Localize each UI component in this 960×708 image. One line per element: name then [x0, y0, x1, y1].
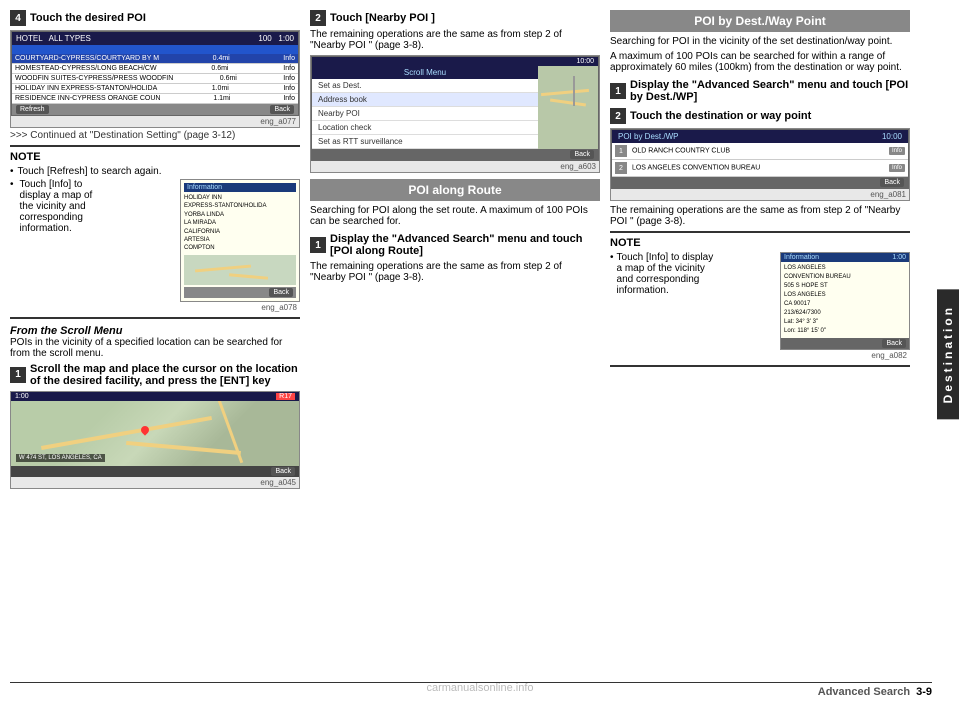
from-scroll-text: POIs in the vicinity of a specified loca…: [10, 337, 300, 359]
note-box-2: NOTE • Touch [Info] to displaya map of t…: [610, 231, 910, 367]
poi-dest-text2: A maximum of 100 POIs can be searched fo…: [610, 51, 910, 73]
step4-header: 4 Touch the desired POI: [10, 10, 300, 26]
poi-route-text: Searching for POI along the set route. A…: [310, 205, 600, 227]
back-btn-map[interactable]: Back: [271, 467, 295, 476]
list-row-1: COURTYARD-CYPRESS/COURTYARD BY M 0.4mi I…: [12, 54, 298, 64]
map-pin: [139, 424, 150, 435]
step2d-badge: 2: [610, 108, 626, 124]
step2-nearby-title: Touch [Nearby POI ]: [330, 12, 435, 24]
list-screen-screenshot: HOTEL ALL TYPES 100 1:00 COURTYARD-CYPRE…: [10, 30, 300, 128]
list-row-5: RESIDENCE INN-CYPRESS ORANGE COUN 1.1mi …: [12, 94, 298, 104]
img-label-right-2: eng_a082: [780, 350, 910, 361]
nearby-img-label: eng_a081: [611, 189, 909, 200]
step1r-badge: 1: [310, 237, 326, 253]
back-btn-1[interactable]: Back: [270, 105, 294, 114]
scroll-menu-img-label: eng_a603: [311, 161, 599, 172]
img-label-2: eng_a078: [180, 302, 300, 313]
footer-page: 3-9: [916, 686, 932, 698]
poi-route-header: POI along Route: [310, 179, 600, 201]
list-cols: [12, 45, 298, 54]
list-screen-header: HOTEL ALL TYPES 100 1:00: [12, 32, 298, 45]
menu-item-nearby[interactable]: Nearby POI: [312, 107, 538, 121]
list-row-3: WOODFIN SUITES-CYPRESS/PRESS WOODFIN 0.6…: [12, 74, 298, 84]
note-title-1: NOTE: [10, 151, 300, 163]
list-row-2: HOMESTEAD-CYPRESS/LONG BEACH/CW 0.6mi In…: [12, 64, 298, 74]
note-box-1: NOTE • Touch [Refresh] to search again. …: [10, 145, 300, 319]
step1d-header: 1 Display the "Advanced Search" menu and…: [610, 79, 910, 103]
nav-map: W 474 ST, LOS ANGELES, CA: [11, 401, 299, 466]
note-bullet-2-text: Touch [Info] todisplay a map ofthe vicin…: [20, 179, 176, 313]
menu-item-location[interactable]: Location check: [312, 121, 538, 135]
remaining-text: The remaining operations are the same as…: [610, 205, 910, 227]
step1d-title: Display the "Advanced Search" menu and t…: [630, 79, 910, 103]
step2d-title: Touch the destination or way point: [630, 110, 811, 122]
step2-nearby-badge: 2: [310, 10, 326, 26]
step4-title: Touch the desired POI: [30, 12, 146, 24]
from-scroll-title: From the Scroll Menu: [10, 325, 300, 337]
menu-item-rtt[interactable]: Set as RTT surveillance: [312, 135, 538, 149]
step1d-badge: 1: [610, 83, 626, 99]
img-label-3: eng_a045: [11, 477, 299, 488]
info-popup-right: Information 1:00 LOS ANGELES CONVENTION …: [780, 252, 910, 361]
info-popup-screenshot: Information HOLIDAY INN EXPRESS-STANTON/…: [180, 179, 300, 313]
road-3: [211, 401, 243, 464]
step1r-header: 1 Display the "Advanced Search" menu and…: [310, 233, 600, 257]
nearby-back-btn[interactable]: Back: [880, 178, 904, 187]
step2-nearby-desc: The remaining operations are the same as…: [310, 29, 600, 51]
destination-tab: Destination: [936, 0, 960, 708]
note-bullet-right: Touch [Info] to displaya map of the vici…: [617, 252, 714, 296]
scroll-menu-screenshot: 10:00 Scroll Menu Set as Dest. Address b…: [310, 55, 600, 173]
step2d-header: 2 Touch the destination or way point: [610, 108, 910, 124]
scroll-menu-title: Scroll Menu: [312, 66, 538, 79]
step2r-desc: The remaining operations are the same as…: [310, 261, 600, 283]
img-label-1: eng_a077: [11, 116, 299, 127]
info-btn-1[interactable]: Info: [889, 147, 905, 155]
menu-item-set-dest[interactable]: Set as Dest.: [312, 79, 538, 93]
destination-tab-label: Destination: [937, 289, 959, 419]
info-back-btn[interactable]: Back: [269, 288, 293, 297]
refresh-btn[interactable]: Refresh: [16, 105, 49, 114]
poi-dest-header: POI by Dest./Way Point: [610, 10, 910, 32]
step1-scroll-title: Scroll the map and place the cursor on t…: [30, 363, 300, 387]
continued-text: >>> Continued at "Destination Setting" (…: [10, 130, 300, 141]
nearby-row-1: 1 OLD RANCH COUNTRY CLUB Info: [612, 143, 908, 160]
step1-scroll-badge: 1: [10, 367, 26, 383]
watermark: carmanualsonline.info: [426, 682, 533, 694]
info-btn-2[interactable]: Info: [889, 164, 905, 172]
nearby-screen-screenshot: POI by Dest./WP 10:00 1 OLD RANCH COUNTR…: [610, 128, 910, 201]
footer-text: Advanced Search: [818, 686, 910, 698]
note-title-2: NOTE: [610, 237, 910, 249]
step1r-title: Display the "Advanced Search" menu and t…: [330, 233, 600, 257]
menu-item-address[interactable]: Address book: [312, 93, 538, 107]
step1-scroll-header: 1 Scroll the map and place the cursor on…: [10, 363, 300, 387]
nearby-row-2: 2 LOS ANGELES CONVENTION BUREAU Info: [612, 160, 908, 177]
step2-nearby-header: 2 Touch [Nearby POI ]: [310, 10, 600, 26]
road-2: [126, 441, 241, 455]
right-info-back-btn[interactable]: Back: [882, 339, 906, 348]
list-row-4: HOLIDAY INN EXPRESS-STANTON/HOLIDA 1.0mi…: [12, 84, 298, 94]
note-bullet-1: Touch [Refresh] to search again.: [18, 166, 162, 177]
list-screen-footer: Refresh Back: [12, 104, 298, 115]
poi-dest-text1: Searching for POI in the vicinity of the…: [610, 36, 910, 47]
step4-badge: 4: [10, 10, 26, 26]
map-screenshot: 1:00 R17 W 474 ST, LOS ANGELES, CA Back …: [10, 391, 300, 489]
scroll-menu-back-btn[interactable]: Back: [570, 150, 594, 159]
